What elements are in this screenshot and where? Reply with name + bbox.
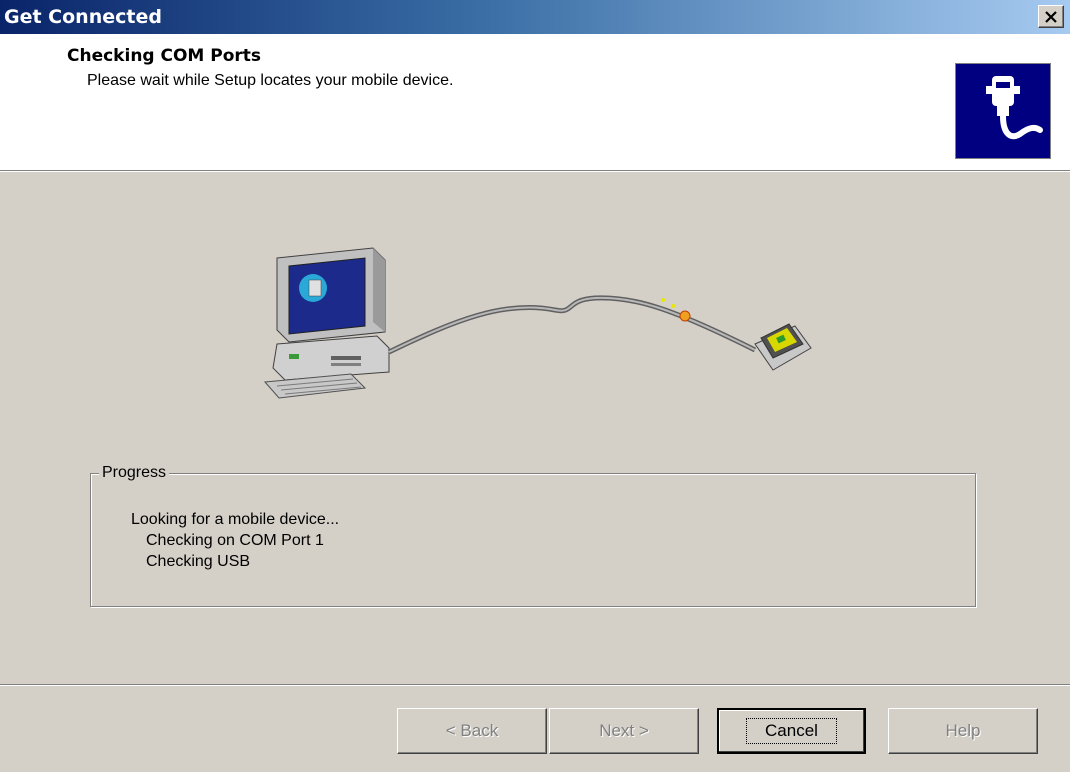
progress-detail-line: Checking on COM Port 1 xyxy=(146,532,324,549)
header-panel: Checking COM Ports Please wait while Set… xyxy=(0,34,1070,170)
window-title: Get Connected xyxy=(4,6,162,28)
next-button-label: Next > xyxy=(599,721,649,740)
progress-status-line: Looking for a mobile device... xyxy=(131,511,340,528)
help-button[interactable]: Help xyxy=(888,708,1038,754)
close-icon xyxy=(1045,10,1057,23)
cancel-button[interactable]: Cancel xyxy=(717,708,866,754)
setup-dialog: Get Connected Checking COM Ports Please … xyxy=(0,0,1070,772)
back-button-label: < Back xyxy=(445,721,499,740)
connection-illustration xyxy=(255,240,815,410)
next-button[interactable]: Next > xyxy=(549,708,699,754)
progress-legend: Progress xyxy=(99,464,170,482)
progress-groupbox: Progress Looking for a mobile device... … xyxy=(90,464,976,607)
title-bar[interactable]: Get Connected xyxy=(0,0,1070,34)
desktop-computer-icon xyxy=(263,247,390,399)
page-title: Checking COM Ports xyxy=(67,46,262,66)
header-divider xyxy=(0,170,1070,172)
cancel-button-label: Cancel xyxy=(746,718,837,744)
help-button-label: Help xyxy=(945,721,981,740)
connector-cable-icon xyxy=(955,63,1051,159)
progress-detail-line: Checking USB xyxy=(146,553,251,570)
page-subtitle: Please wait while Setup locates your mob… xyxy=(87,72,454,89)
back-button[interactable]: < Back xyxy=(397,708,547,754)
footer-divider xyxy=(0,684,1070,686)
handheld-device-icon xyxy=(754,323,812,371)
close-button[interactable] xyxy=(1038,5,1064,28)
serial-cable-icon xyxy=(387,295,757,355)
